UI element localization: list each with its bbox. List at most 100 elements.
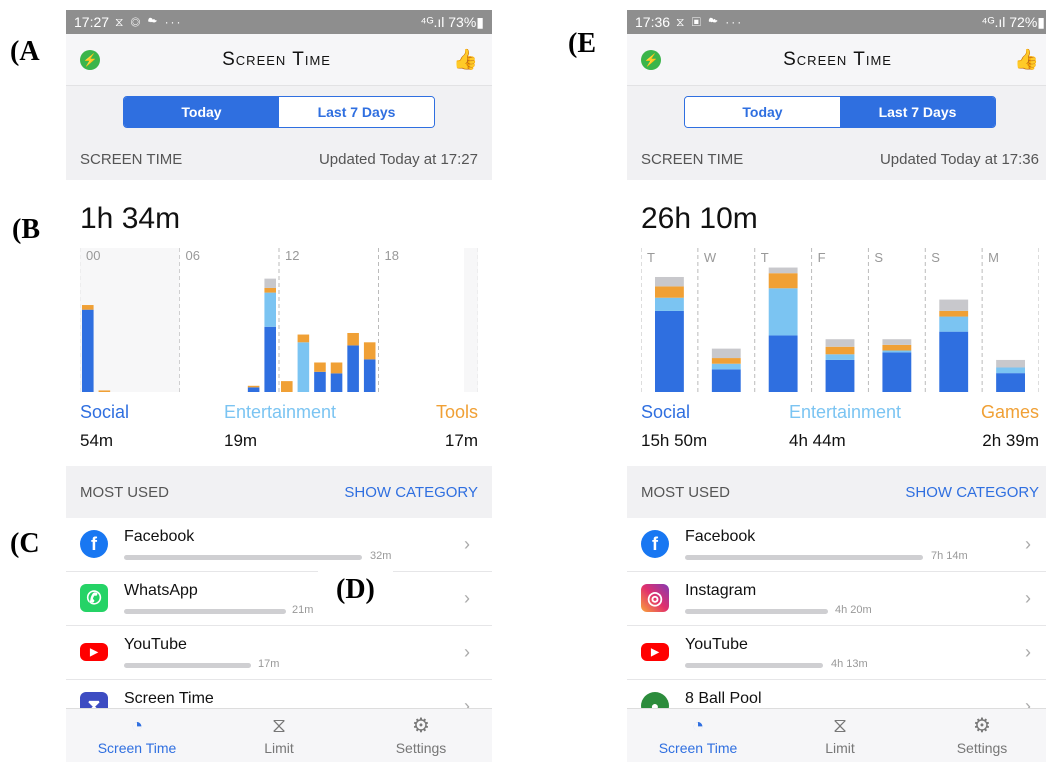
total-time: 1h 34m (80, 202, 181, 235)
most-used-label: MOST USED (641, 483, 730, 501)
bolt-icon[interactable]: ⚡ (80, 49, 100, 70)
bar-segment (711, 369, 741, 392)
tab-settings[interactable]: ⚙ Settings (911, 709, 1046, 762)
tick-label: S (931, 250, 940, 265)
daily-usage-chart: TWTFSSM (641, 248, 1039, 392)
tab-last-7-days[interactable]: Last 7 Days (279, 97, 434, 127)
app-list: f Facebook 32m › ✆ WhatsApp 21m › ▶ YouT… (66, 518, 492, 734)
app-name: Facebook (685, 528, 756, 545)
list-item[interactable]: ✆ WhatsApp 21m › (66, 572, 492, 626)
category-legend: Social 54m Entertainment 19m Tools 17m (80, 402, 478, 452)
most-used-header: MOST USED SHOW CATEGORY (66, 466, 492, 518)
list-item[interactable]: ▶ YouTube 17m › (66, 626, 492, 680)
most-used-label: MOST USED (80, 483, 169, 501)
legend-value: 4h 44m (789, 431, 846, 450)
tab-limit[interactable]: ⧖ Limit (769, 709, 911, 762)
legend-social[interactable]: Social 54m (80, 402, 129, 451)
legend-entertainment[interactable]: Entertainment 4h 44m (789, 402, 901, 451)
usage-bar (685, 555, 923, 560)
status-time: 17:27 (74, 14, 110, 30)
tab-today[interactable]: Today (124, 97, 279, 127)
show-category-link[interactable]: SHOW CATEGORY (905, 484, 1039, 501)
app-bar: ⚡ Screen Time 👍 (627, 34, 1046, 86)
youtube-icon: ▶ (80, 643, 108, 661)
clock-icon: ◔ (691, 714, 705, 737)
phone-screen-last-7-days: 17:36 ⧖ ▣ ☁ ··· ⁴ᴳ.ıl 72%▮ ⚡ Screen Time… (627, 10, 1046, 762)
bar-segment (82, 305, 94, 310)
tick-label: 06 (186, 248, 200, 263)
tab-settings[interactable]: ⚙ Settings (350, 709, 492, 762)
tick-label: 18 (385, 248, 399, 263)
bar-segment (996, 373, 1025, 392)
usage-bar (124, 663, 251, 668)
thumbs-up-icon[interactable]: 👍 (453, 47, 478, 72)
tab-screen-time[interactable]: ◔ Screen Time (627, 709, 769, 762)
thumbs-up-icon[interactable]: 👍 (1014, 47, 1039, 72)
bar-segment (314, 362, 326, 372)
whatsapp-icon: ✆ (80, 584, 108, 612)
app-name: Instagram (685, 582, 757, 599)
list-item[interactable]: f Facebook 32m › (66, 518, 492, 572)
bar-segment (825, 339, 855, 347)
most-used-header: MOST USED SHOW CATEGORY (627, 466, 1046, 518)
tab-today[interactable]: Today (685, 97, 840, 127)
bar-segment (825, 354, 855, 360)
clock-icon: ◔ (130, 714, 144, 737)
tab-limit[interactable]: ⧖ Limit (208, 709, 350, 762)
usage-card: 1h 34m 00 06 12 18 Social 54m Entertainment… (66, 180, 492, 466)
tab-screen-time[interactable]: ◔ Screen Time (66, 709, 208, 762)
panel-label-e: (E (568, 28, 596, 59)
section-label: SCREEN TIME (80, 150, 183, 168)
bar-segment (247, 385, 260, 388)
app-time: 4h 20m (835, 604, 872, 616)
period-toggle: Today Last 7 Days (627, 86, 1046, 138)
legend-name: Social (641, 402, 691, 422)
bar-segment (939, 310, 969, 317)
list-item[interactable]: ▶ YouTube 4h 13m › (627, 626, 1046, 680)
tick-label: 12 (285, 248, 299, 263)
legend-games[interactable]: Games 2h 39m (981, 402, 1039, 451)
tick-label: S (874, 250, 883, 265)
legend-value: 54m (80, 431, 114, 450)
bolt-icon[interactable]: ⚡ (641, 49, 661, 70)
bar-segment (768, 335, 798, 392)
bar-segment (825, 346, 855, 355)
app-name: YouTube (685, 636, 748, 653)
tab-last-7-days[interactable]: Last 7 Days (840, 97, 995, 127)
updated-text: Updated Today at 17:27 (318, 150, 478, 168)
list-item[interactable]: f Facebook 7h 14m › (627, 518, 1046, 572)
app-time: 17m (258, 658, 280, 670)
bar-segment (297, 334, 310, 343)
legend-social[interactable]: Social 15h 50m (641, 402, 707, 451)
chevron-right-icon: › (464, 642, 470, 662)
usage-bar (685, 609, 828, 614)
bar-segment (330, 362, 343, 374)
tick-label: T (761, 250, 769, 265)
total-time: 26h 10m (641, 202, 758, 235)
bar-segment (655, 276, 684, 287)
instagram-icon: ◎ (641, 584, 669, 612)
notification-icons: ⧖ ▣ ☁ ··· (676, 14, 744, 29)
legend-tools[interactable]: Tools 17m (436, 402, 478, 451)
bar-segment (711, 363, 741, 370)
usage-bar (124, 609, 286, 614)
bar-segment (297, 342, 310, 392)
usage-bar (685, 663, 823, 668)
status-time: 17:36 (635, 14, 671, 30)
bar-segment (98, 390, 111, 392)
legend-name: Entertainment (224, 402, 337, 422)
hourly-usage-chart: 00 06 12 18 (80, 248, 478, 392)
category-legend: Social 15h 50m Entertainment 4h 44m Game… (641, 402, 1039, 452)
night-shade (464, 248, 478, 392)
list-item[interactable]: ◎ Instagram 4h 20m › (627, 572, 1046, 626)
phone-screen-today: 17:27 ⧖ ◎ ☁ ··· ⁴ᴳ.ıl 73%▮ ⚡ Screen Time… (66, 10, 492, 762)
bar-segment (363, 342, 376, 360)
screen-time-header: SCREEN TIME Updated Today at 17:36 (627, 138, 1046, 180)
bar-segment (882, 344, 912, 351)
bar-segment (768, 267, 798, 274)
show-category-link[interactable]: SHOW CATEGORY (344, 484, 478, 501)
bar-segment (363, 359, 376, 392)
legend-entertainment[interactable]: Entertainment 19m (224, 402, 336, 451)
bar-segment (264, 287, 276, 293)
bar-segment (882, 352, 912, 392)
